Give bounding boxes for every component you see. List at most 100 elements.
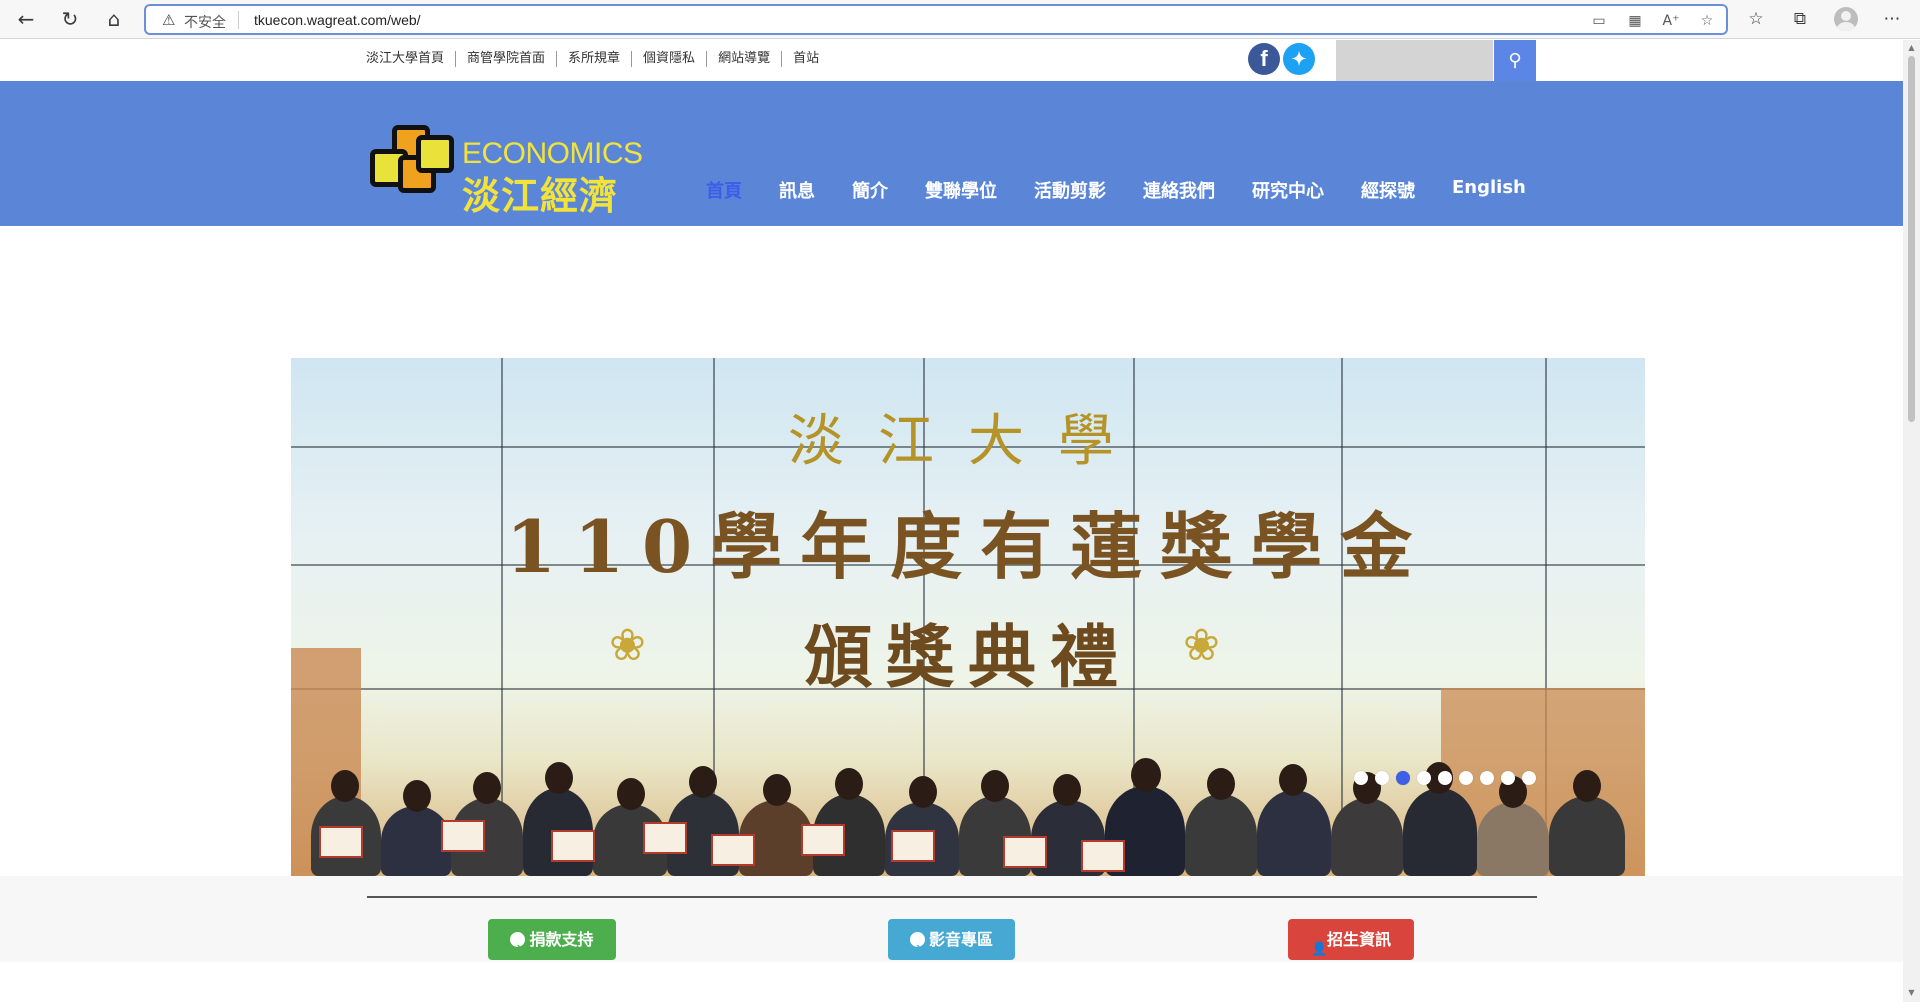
toplink-tku-home[interactable]: 淡江大學首頁 xyxy=(366,51,457,67)
address-bar[interactable]: ⚠ 不安全 tkuecon.wagreat.com/web/ ▭ ▦ A⁺ ☆ xyxy=(144,4,1728,35)
nav-contact[interactable]: 連絡我們 xyxy=(1143,177,1215,203)
video-zone-button[interactable]: 影音專區 xyxy=(888,919,1015,968)
admission-info-label: 招生資訊 xyxy=(1326,930,1391,949)
head xyxy=(617,778,645,810)
site-header: ECONOMICS 淡江經濟 首頁 訊息 簡介 雙聯學位 活動剪影 連絡我們 研… xyxy=(0,81,1903,226)
page-scrollbar[interactable]: ▲ ▼ xyxy=(1903,40,1920,1002)
back-icon[interactable]: ← xyxy=(12,6,40,32)
admission-info-button[interactable]: 招生資訊 xyxy=(1288,919,1414,970)
warning-icon: ⚠ xyxy=(162,11,176,29)
address-separator xyxy=(238,11,239,29)
head xyxy=(981,770,1009,802)
certificate xyxy=(891,830,935,862)
certificate xyxy=(319,826,363,858)
donate-button[interactable]: 捐款支持 xyxy=(488,919,616,968)
carousel-dot-5[interactable] xyxy=(1438,771,1452,785)
nav-dual-degree[interactable]: 雙聯學位 xyxy=(925,177,997,203)
video-zone-label: 影音專區 xyxy=(928,930,993,949)
head xyxy=(473,772,501,804)
head xyxy=(1053,774,1081,806)
certificate xyxy=(1003,836,1047,868)
search-input[interactable] xyxy=(1336,40,1493,81)
carousel-dot-1[interactable] xyxy=(1354,771,1368,785)
carousel-dot-8[interactable] xyxy=(1501,771,1515,785)
head xyxy=(403,780,431,812)
head xyxy=(1573,770,1601,802)
facebook-icon[interactable]: f xyxy=(1248,43,1280,75)
slide-title-scholarship: 110學年度有蓮獎學金 xyxy=(505,504,1431,589)
toplink-regulations[interactable]: 系所規章 xyxy=(557,51,633,67)
carousel-dot-9[interactable] xyxy=(1522,771,1536,785)
read-aloud-icon[interactable]: A⁺ xyxy=(1660,11,1682,31)
home-icon[interactable]: ⌂ xyxy=(100,6,128,32)
head xyxy=(689,766,717,798)
certificate xyxy=(551,830,595,862)
person xyxy=(1549,796,1625,876)
person xyxy=(1257,790,1331,876)
favorite-add-icon[interactable]: ☆ xyxy=(1696,11,1718,31)
nav-home[interactable]: 首頁 xyxy=(706,177,742,203)
arrow-circle-icon xyxy=(510,927,526,968)
carousel-dot-7[interactable] xyxy=(1480,771,1494,785)
certificate xyxy=(711,834,755,866)
nav-news[interactable]: 訊息 xyxy=(779,177,815,203)
head xyxy=(909,776,937,808)
head xyxy=(331,770,359,802)
slide-title-university: 淡江大學 xyxy=(788,409,1148,474)
certificate xyxy=(643,822,687,854)
search-button[interactable]: ⚲ xyxy=(1494,40,1536,81)
carousel-dot-2[interactable] xyxy=(1375,771,1389,785)
profile-icon[interactable] xyxy=(1834,7,1858,31)
person xyxy=(1185,794,1257,876)
donate-label: 捐款支持 xyxy=(529,930,594,949)
nav-activities[interactable]: 活動剪影 xyxy=(1034,177,1106,203)
toplink-privacy[interactable]: 個資隱私 xyxy=(632,51,708,67)
twitter-icon[interactable]: ✦ xyxy=(1283,43,1315,75)
head xyxy=(1207,768,1235,800)
toplink-business-home[interactable]: 商管學院首面 xyxy=(456,51,558,67)
toplink-first-station[interactable]: 首站 xyxy=(782,51,830,67)
nav-newsletter[interactable]: 經探號 xyxy=(1361,177,1415,203)
scroll-up-icon[interactable]: ▲ xyxy=(1907,43,1916,52)
ornament-icon: ❀ xyxy=(1183,620,1220,671)
certificate xyxy=(441,820,485,852)
certificate xyxy=(801,824,845,856)
favorites-icon[interactable]: ☆ xyxy=(1742,6,1770,32)
nav-research[interactable]: 研究中心 xyxy=(1252,177,1324,203)
head xyxy=(1279,764,1307,796)
carousel-dot-3[interactable] xyxy=(1396,771,1410,785)
collections-icon[interactable]: ⧉ xyxy=(1786,6,1814,32)
read-view-icon[interactable]: ▭ xyxy=(1588,11,1610,31)
slide-title-ceremony: 頒獎典禮 xyxy=(803,618,1132,698)
toplink-sitemap[interactable]: 網站導覽 xyxy=(707,51,783,67)
carousel-slide[interactable]: 淡江大學 110學年度有蓮獎學金 ❀ 頒獎典禮 ❀ xyxy=(291,358,1645,876)
person xyxy=(1403,788,1477,876)
browser-toolbar: ← ↻ ⌂ ⚠ 不安全 tkuecon.wagreat.com/web/ ▭ ▦… xyxy=(0,0,1920,39)
top-utility-links: 淡江大學首頁 商管學院首面 系所規章 個資隱私 網站導覽 首站 xyxy=(366,49,830,69)
scroll-down-icon[interactable]: ▼ xyxy=(1907,988,1916,997)
carousel-indicators xyxy=(1354,771,1536,785)
head xyxy=(763,774,791,806)
nav-about[interactable]: 簡介 xyxy=(852,177,888,203)
qr-icon[interactable]: ▦ xyxy=(1624,11,1646,31)
section-divider xyxy=(367,896,1537,898)
certificate xyxy=(1081,840,1125,872)
arrow-circle-icon xyxy=(909,927,925,968)
url-text: tkuecon.wagreat.com/web/ xyxy=(254,12,421,28)
nav-english[interactable]: English xyxy=(1452,177,1526,203)
person xyxy=(1477,802,1549,876)
reload-icon[interactable]: ↻ xyxy=(56,6,84,32)
person xyxy=(1331,798,1403,876)
more-icon[interactable]: ⋯ xyxy=(1878,6,1906,32)
user-icon xyxy=(1311,929,1327,970)
head xyxy=(545,762,573,794)
head xyxy=(1131,758,1161,792)
insecure-label: 不安全 xyxy=(184,15,226,31)
logo-square-yellow-2 xyxy=(416,135,454,173)
carousel-dot-6[interactable] xyxy=(1459,771,1473,785)
main-nav: 首頁 訊息 簡介 雙聯學位 活動剪影 連絡我們 研究中心 經探號 English xyxy=(706,177,1526,203)
site-logo[interactable]: ECONOMICS 淡江經濟 xyxy=(370,125,643,218)
carousel-dot-4[interactable] xyxy=(1417,771,1431,785)
scroll-thumb[interactable] xyxy=(1908,56,1915,422)
search-icon: ⚲ xyxy=(1508,50,1522,71)
